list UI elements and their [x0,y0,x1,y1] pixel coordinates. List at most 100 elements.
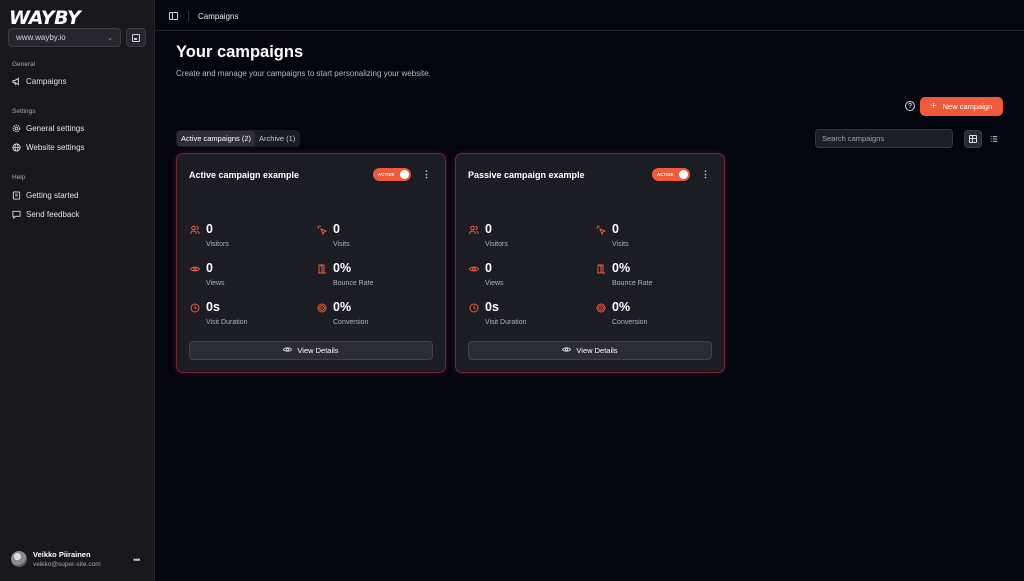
sidebar: WAYBY www.wayby.io ⌄ General Campaigns S… [0,0,155,581]
page-title: Your campaigns [176,43,304,61]
sidebar-item-label: Getting started [26,191,79,200]
globe-icon [12,143,21,152]
section-label-general: General [12,61,36,68]
toggle-knob [679,170,688,179]
metric-value: 0 [485,222,492,236]
sidebar-item-label: Campaigns [26,77,67,86]
metric-label: Visit Duration [206,319,248,326]
user-email: veikko@super-site.com [33,561,101,568]
campaign-card[interactable]: Active campaign example ACTIVE ⋮ 0 Visit… [176,153,446,373]
sidebar-item-campaigns[interactable]: Campaigns [12,77,66,86]
avatar [11,551,27,567]
metric-label: Views [206,280,225,287]
view-details-button[interactable]: View Details [468,341,712,360]
door-exit-icon [595,263,606,274]
target-icon [595,302,606,313]
metric-value: 0s [485,300,499,314]
sidebar-item-label: Send feedback [26,210,80,219]
sidebar-item-label: General settings [26,124,85,133]
metric-label: Bounce Rate [612,280,653,287]
metric-label: Visitors [206,241,229,248]
campaign-tabs: Active campaigns (2) Archive (1) [176,130,301,147]
metric-label: Visitors [485,241,508,248]
user-name: Veikko Piirainen [33,550,91,559]
external-site-icon [132,33,140,42]
more-vertical-icon[interactable]: ⋮ [422,169,431,180]
list-icon [990,136,998,142]
cursor-click-icon [316,224,327,235]
more-vertical-icon[interactable]: ⋮ [701,169,710,180]
sidebar-item-getting-started[interactable]: Getting started [12,191,78,200]
sidebar-item-website-settings[interactable]: Website settings [12,143,85,152]
site-selector[interactable]: www.wayby.io ⌄ [8,28,121,47]
status-toggle[interactable]: ACTIVE [652,168,690,181]
section-label-help: Help [12,174,26,181]
wayby-logo[interactable]: WAYBY [9,7,81,29]
new-campaign-button[interactable]: + New campaign [920,97,1003,116]
metric-label: Visits [333,241,350,248]
metric-value: 0 [333,222,340,236]
toggle-sidebar-icon[interactable] [169,12,178,20]
sidebar-item-label: Website settings [26,143,85,152]
metric-value: 0 [485,261,492,275]
topbar: Campaigns [155,0,1024,31]
metric-label: Conversion [333,319,369,326]
status-toggle[interactable]: ACTIVE [373,168,411,181]
campaign-name: Passive campaign example [468,170,585,180]
tab-archive[interactable]: Archive (1) [255,131,299,146]
clock-icon [189,302,200,313]
metric-value: 0% [333,300,352,314]
cursor-click-icon [595,224,606,235]
campaign-name: Active campaign example [189,170,300,180]
sidebar-item-general-settings[interactable]: General settings [12,124,84,133]
message-icon [12,210,21,219]
gear-icon [12,124,21,133]
status-label: ACTIVE [378,171,395,177]
eye-icon [283,345,293,356]
campaign-card[interactable]: Passive campaign example ACTIVE ⋮ 0 Visi… [455,153,725,373]
metric-value: 0% [333,261,352,275]
eye-icon [562,345,572,356]
divider [188,10,189,22]
metric-value: 0% [612,261,631,275]
chevron-down-icon: ⌄ [107,34,113,42]
metric-label: Views [485,280,504,287]
users-icon [468,224,479,235]
grid-icon [969,135,977,143]
metric-value: 0s [206,300,220,314]
site-selector-value: www.wayby.io [16,33,66,42]
view-details-label: View Details [297,346,339,355]
metric-value: 0 [612,222,619,236]
view-details-label: View Details [576,346,618,355]
eye-icon [189,263,200,274]
user-profile[interactable]: Veikko Piirainen veikko@super-site.com [11,550,101,568]
metric-label: Bounce Rate [333,280,374,287]
view-details-button[interactable]: View Details [189,341,433,360]
tab-active-campaigns[interactable]: Active campaigns (2) [177,131,256,146]
help-icon[interactable]: ? [905,101,915,111]
metric-label: Conversion [612,319,648,326]
section-label-settings: Settings [12,108,36,115]
page-subtitle: Create and manage your campaigns to star… [176,69,431,78]
list-view-button[interactable] [985,130,1003,148]
metric-value: 0 [206,222,213,236]
door-exit-icon [316,263,327,274]
new-campaign-label: New campaign [942,102,993,111]
metric-label: Visit Duration [485,319,527,326]
search-input[interactable] [815,129,953,148]
metric-label: Visits [612,241,629,248]
users-icon [189,224,200,235]
open-site-button[interactable] [126,28,146,47]
grid-view-button[interactable] [964,130,982,148]
sidebar-item-send-feedback[interactable]: Send feedback [12,210,79,219]
metric-value: 0% [612,300,631,314]
toggle-knob [400,170,409,179]
breadcrumb: Campaigns [198,12,239,21]
plus-icon: + [930,100,937,112]
eye-icon [468,263,479,274]
book-icon [12,191,21,200]
megaphone-icon [12,77,21,86]
status-label: ACTIVE [657,171,674,177]
more-icon[interactable]: ••• [133,555,141,565]
metric-value: 0 [206,261,213,275]
